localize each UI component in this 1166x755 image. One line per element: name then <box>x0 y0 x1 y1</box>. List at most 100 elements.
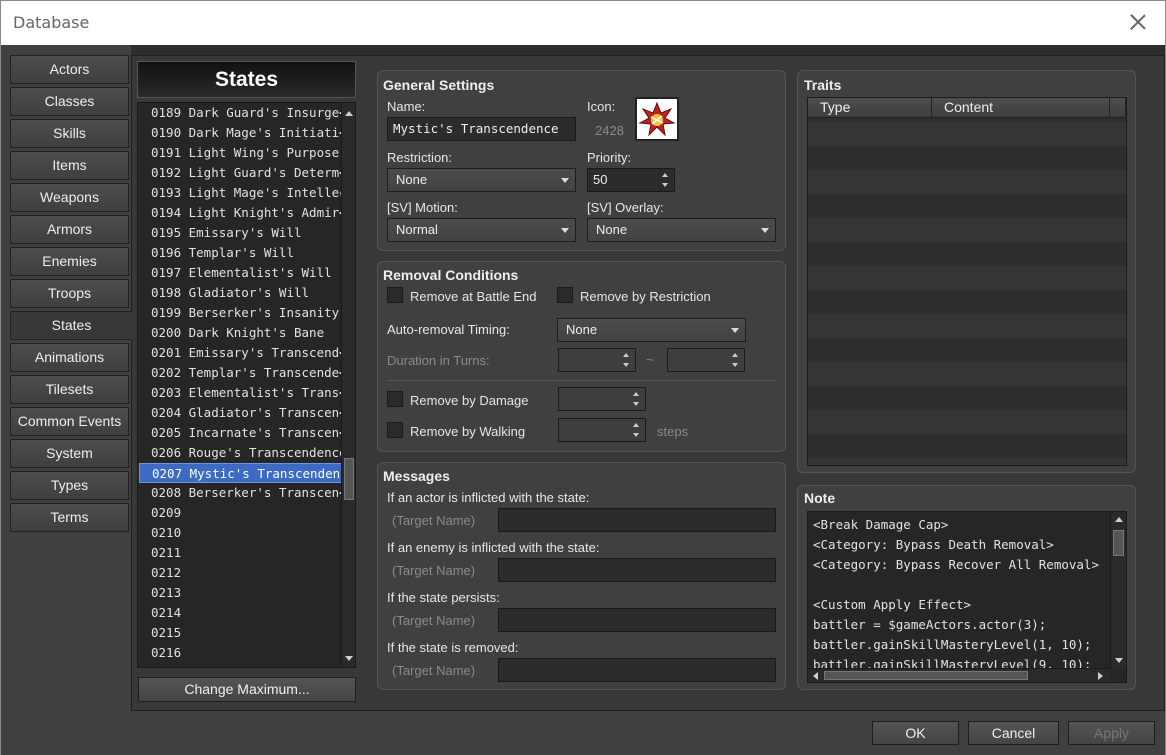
note-line: <Category: Bypass Death Removal> <box>813 537 1054 552</box>
column-content[interactable]: Content <box>932 98 1110 118</box>
note-textarea[interactable]: <Break Damage Cap> <Category: Bypass Deat… <box>807 511 1127 683</box>
list-item[interactable]: 0191 Light Wing's Purpose <box>139 143 342 163</box>
message-field[interactable] <box>498 608 776 632</box>
target-name-prefix: (Target Name) <box>392 613 476 628</box>
spin-down-icon <box>623 363 629 367</box>
list-item[interactable]: 0190 Dark Mage's Initiati⋯ <box>139 123 342 143</box>
list-item[interactable]: 0208 Berserker's Transcen⋯ <box>139 483 342 503</box>
list-item[interactable]: 0214 <box>139 603 342 623</box>
message-field[interactable] <box>498 508 776 532</box>
category-enemies[interactable]: Enemies <box>10 247 129 276</box>
list-item[interactable]: 0215 <box>139 623 342 643</box>
category-classes[interactable]: Classes <box>10 87 129 116</box>
category-armors[interactable]: Armors <box>10 215 129 244</box>
priority-spinner[interactable]: 50 <box>587 168 675 192</box>
sv-overlay-select[interactable]: None <box>587 218 776 242</box>
category-actors[interactable]: Actors <box>10 55 129 84</box>
scroll-thumb[interactable] <box>1113 530 1124 556</box>
category-types[interactable]: Types <box>10 471 129 500</box>
remove-battle-end-checkbox[interactable] <box>387 287 403 303</box>
spin-up-icon[interactable] <box>662 173 668 177</box>
list-item[interactable]: 0192 Light Guard's Determ⋯ <box>139 163 342 183</box>
message-label: If the state is removed: <box>387 640 519 655</box>
name-label: Name: <box>387 99 426 114</box>
list-item[interactable]: 0212 <box>139 563 342 583</box>
scroll-right-icon[interactable] <box>1098 672 1103 680</box>
scroll-thumb[interactable] <box>824 671 1028 680</box>
spin-down-icon <box>633 433 639 437</box>
note-hscroll[interactable] <box>808 668 1110 682</box>
spin-up-icon <box>633 423 639 427</box>
list-item[interactable]: 0211 <box>139 543 342 563</box>
list-item[interactable]: 0206 Rouge's Transcendence <box>139 443 342 463</box>
remove-restriction-checkbox[interactable] <box>557 287 573 303</box>
list-item[interactable]: 0199 Berserker's Insanity <box>139 303 342 323</box>
icon-index: 2428 <box>595 123 624 138</box>
window-title: Database <box>13 13 90 32</box>
list-item[interactable]: 0198 Gladiator's Will <box>139 283 342 303</box>
list-item[interactable]: 0195 Emissary's Will <box>139 223 342 243</box>
remove-walking-checkbox[interactable] <box>387 422 403 438</box>
column-type[interactable]: Type <box>808 98 932 118</box>
general-settings-title: General Settings <box>383 77 495 93</box>
message-field[interactable] <box>498 558 776 582</box>
traits-table[interactable]: Type Content <box>807 97 1127 466</box>
list-item[interactable]: 0202 Templar's Transcende⋯ <box>139 363 342 383</box>
category-states[interactable]: States <box>10 311 132 340</box>
list-item[interactable]: 0216 <box>139 643 342 663</box>
list-item[interactable]: 0193 Light Mage's Intellect <box>139 183 342 203</box>
category-items[interactable]: Items <box>10 151 129 180</box>
list-item[interactable]: 0209 <box>139 503 342 523</box>
change-maximum-button[interactable]: Change Maximum... <box>138 677 356 702</box>
cancel-button[interactable]: Cancel <box>968 721 1059 745</box>
close-icon[interactable] <box>1127 11 1149 33</box>
removal-separator <box>386 380 776 381</box>
scroll-thumb[interactable] <box>344 458 354 500</box>
list-item[interactable]: 0196 Templar's Will <box>139 243 342 263</box>
scroll-left-icon[interactable] <box>813 672 818 680</box>
message-field[interactable] <box>498 658 776 682</box>
list-item[interactable]: 0213 <box>139 583 342 603</box>
category-system[interactable]: System <box>10 439 129 468</box>
restriction-select[interactable]: None <box>387 168 576 192</box>
restriction-value: None <box>396 172 428 187</box>
remove-damage-checkbox[interactable] <box>387 391 403 407</box>
note-vscroll[interactable] <box>1110 512 1126 668</box>
category-common-events[interactable]: Common Events <box>10 407 129 436</box>
name-field[interactable]: Mystic's Transcendence <box>387 117 576 141</box>
category-animations[interactable]: Animations <box>10 343 129 372</box>
list-item[interactable]: 0197 Elementalist's Will <box>139 263 342 283</box>
list-scrollbar[interactable] <box>341 103 355 667</box>
sv-motion-value: Normal <box>396 222 438 237</box>
list-item[interactable]: 0205 Incarnate's Transcen⋯ <box>139 423 342 443</box>
note-line: <Custom Apply Effect> <box>813 597 972 612</box>
scroll-down-icon[interactable] <box>1115 658 1123 663</box>
list-item[interactable]: 0207 Mystic's Transcendence <box>139 463 342 483</box>
removal-conditions-title: Removal Conditions <box>383 267 519 283</box>
scroll-up-icon[interactable] <box>345 111 353 116</box>
list-item[interactable]: 0203 Elementalist's Trans⋯ <box>139 383 342 403</box>
list-item[interactable]: 0194 Light Knight's Admir⋯ <box>139 203 342 223</box>
category-tilesets[interactable]: Tilesets <box>10 375 129 404</box>
scroll-up-icon[interactable] <box>1115 517 1123 522</box>
spin-down-icon[interactable] <box>662 183 668 187</box>
sv-motion-select[interactable]: Normal <box>387 218 576 242</box>
chevron-down-icon <box>561 228 569 233</box>
category-terms[interactable]: Terms <box>10 503 129 532</box>
list-item[interactable]: 0204 Gladiator's Transcen⋯ <box>139 403 342 423</box>
title-bar: Database <box>0 0 1166 45</box>
list-item[interactable]: 0189 Dark Guard's Insurge⋯ <box>139 103 342 123</box>
category-skills[interactable]: Skills <box>10 119 129 148</box>
list-item[interactable]: 0200 Dark Knight's Bane <box>139 323 342 343</box>
sv-motion-label: [SV] Motion: <box>387 200 458 215</box>
scroll-down-icon[interactable] <box>345 656 353 661</box>
category-weapons[interactable]: Weapons <box>10 183 129 212</box>
state-list[interactable]: 0189 Dark Guard's Insurge⋯ 0190 Dark Mage… <box>137 102 356 668</box>
auto-timing-select[interactable]: None <box>557 318 746 342</box>
category-troops[interactable]: Troops <box>10 279 129 308</box>
ok-button[interactable]: OK <box>872 721 959 745</box>
target-name-prefix: (Target Name) <box>392 563 476 578</box>
state-icon-picker[interactable] <box>635 97 679 141</box>
list-item[interactable]: 0201 Emissary's Transcend⋯ <box>139 343 342 363</box>
list-item[interactable]: 0210 <box>139 523 342 543</box>
